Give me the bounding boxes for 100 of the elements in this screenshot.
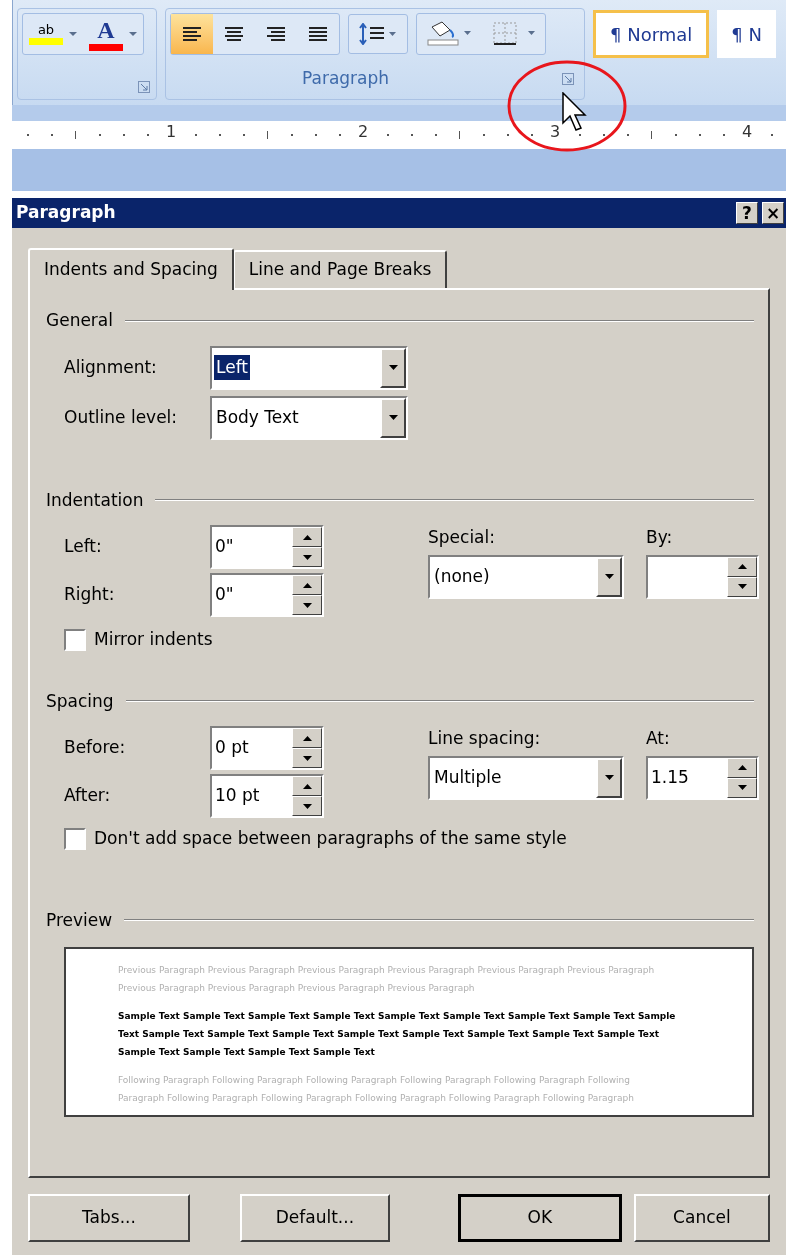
section-heading: General xyxy=(46,309,113,332)
down-arrow-icon xyxy=(302,755,312,761)
field-label: Right: xyxy=(64,583,116,607)
close-button[interactable]: × xyxy=(762,202,784,224)
field-label: Left: xyxy=(64,535,103,559)
group-label: Paragraph xyxy=(302,67,391,91)
down-arrow-icon xyxy=(302,803,312,809)
checkbox[interactable] xyxy=(64,827,86,850)
tab[interactable]: Indents and Spacing xyxy=(28,248,234,290)
dropdown-field[interactable]: Body Text xyxy=(210,395,408,440)
dropdown-button[interactable] xyxy=(596,757,622,798)
field-value: Body Text xyxy=(215,405,300,429)
down-arrow-icon xyxy=(737,584,747,589)
section-heading: Spacing xyxy=(46,689,114,713)
checkbox[interactable] xyxy=(64,628,86,651)
dialog-button[interactable]: OK xyxy=(457,1194,622,1242)
line-spacing-icon xyxy=(358,23,398,45)
spinner-field[interactable] xyxy=(646,554,759,599)
dropdown-arrow-icon xyxy=(129,32,137,36)
spin-up-button[interactable] xyxy=(292,728,322,748)
checkbox-label: Mirror indents xyxy=(94,628,213,651)
spin-down-button[interactable] xyxy=(292,748,322,768)
ruler-number: 2 xyxy=(358,124,369,140)
field-value: Multiple xyxy=(433,765,503,789)
dialog-button[interactable]: Tabs... xyxy=(28,1194,190,1242)
field-label: Outline level: xyxy=(64,405,179,429)
section-heading: Preview xyxy=(46,908,113,932)
field-value: 0 pt xyxy=(215,736,249,760)
dropdown-field[interactable]: Multiple xyxy=(428,755,624,800)
preview-sample-text: Sample Text Sample Text Sample Text Sample Text Sample Text Sample Text Sample Text Sample Text Sample Text Sample Text Sample Text Sample Text Sample Text Sample Text Sample Text Sample Text Sample Text Sample Text Sample Text Sample Text Sample Text xyxy=(118,1010,677,1059)
align-button[interactable] xyxy=(171,14,213,54)
spin-up-button[interactable] xyxy=(292,575,322,595)
dropdown-field[interactable]: Left xyxy=(210,345,408,390)
align-icon xyxy=(266,26,286,42)
window-title: Paragraph xyxy=(16,201,117,225)
align-icon xyxy=(308,26,328,42)
spin-up-button[interactable] xyxy=(292,527,322,547)
field-label: At: xyxy=(646,727,670,750)
up-arrow-icon xyxy=(737,564,747,569)
tab[interactable]: Line and Page Breaks xyxy=(232,250,448,288)
field-label: After: xyxy=(64,784,112,808)
down-arrow-icon xyxy=(302,602,312,608)
spin-down-button[interactable] xyxy=(727,576,757,597)
spinner-field[interactable]: 0" xyxy=(210,573,324,617)
help-button[interactable]: ? xyxy=(736,202,758,224)
field-value: 0" xyxy=(215,583,234,607)
align-icon xyxy=(182,26,202,42)
spin-down-button[interactable] xyxy=(292,547,322,567)
field-label: Before: xyxy=(64,736,127,760)
field-value: (none) xyxy=(433,564,491,588)
section-heading: Indentation xyxy=(46,488,144,512)
up-arrow-icon xyxy=(302,783,312,789)
spin-up-button[interactable] xyxy=(727,556,757,577)
down-arrow-icon xyxy=(737,785,747,790)
font-color-button[interactable]: A xyxy=(83,14,143,54)
align-icon xyxy=(224,26,244,42)
spin-up-button[interactable] xyxy=(292,776,322,796)
spinner-field[interactable]: 0 pt xyxy=(210,726,324,770)
spinner-field[interactable]: 10 pt xyxy=(210,774,324,818)
ruler-number: 1 xyxy=(166,124,177,140)
field-value: 1.15 xyxy=(651,765,689,789)
up-arrow-icon xyxy=(737,765,747,770)
field-value: 10 pt xyxy=(215,784,260,808)
down-arrow-icon xyxy=(302,554,312,560)
up-arrow-icon xyxy=(302,582,312,588)
field-value: Left xyxy=(214,354,250,381)
spin-down-button[interactable] xyxy=(292,595,322,615)
line-spacing-button[interactable] xyxy=(348,14,408,54)
field-label: Special: xyxy=(428,527,495,547)
spinner-field[interactable]: 0" xyxy=(210,525,324,569)
dropdown-arrow-icon xyxy=(388,415,398,420)
dialog-launcher-icon[interactable] xyxy=(562,73,574,85)
dropdown-arrow-icon xyxy=(604,574,614,579)
style-tile[interactable]: ¶ N xyxy=(717,10,776,58)
dropdown-arrow-icon xyxy=(388,365,398,370)
paint-bucket-icon xyxy=(424,21,474,47)
spin-down-button[interactable] xyxy=(292,796,322,816)
dropdown-arrow-icon xyxy=(69,32,77,36)
dropdown-field[interactable]: (none) xyxy=(428,554,624,599)
dialog-button[interactable]: Cancel xyxy=(633,1194,770,1242)
preview-previous-paragraph: Previous Paragraph Previous Paragraph Previous Paragraph Previous Paragraph Previous Paragraph Previous Paragraph Previous Paragraph Previous Paragraph Previous Paragraph Previous Paragraph xyxy=(118,964,656,995)
highlight-button[interactable]: ab xyxy=(23,14,83,54)
spinner-field[interactable]: 1.15 xyxy=(646,755,759,800)
up-arrow-icon xyxy=(302,534,312,540)
up-arrow-icon xyxy=(302,735,312,741)
dropdown-button[interactable] xyxy=(380,397,406,438)
preview-following-paragraph: Following Paragraph Following Paragraph Following Paragraph Following Paragraph Following Paragraph Following Paragraph Following Paragraph Following Paragraph Following Paragraph Following Paragraph Following Paragraph xyxy=(118,1074,635,1105)
dropdown-button[interactable] xyxy=(596,556,622,597)
button-glyph: ab xyxy=(37,23,55,36)
dialog-button[interactable]: Default... xyxy=(239,1194,390,1242)
style-tile[interactable]: ¶ Normal xyxy=(593,10,710,58)
ruler-number: 4 xyxy=(742,124,753,140)
button-glyph: A xyxy=(97,17,115,42)
dropdown-button[interactable] xyxy=(380,347,406,388)
checkbox-label: Don't add space between paragraphs of the same style xyxy=(94,827,567,850)
ruler-number: 3 xyxy=(550,124,561,140)
spin-down-button[interactable] xyxy=(727,777,757,798)
field-label: Alignment: xyxy=(64,355,158,379)
dialog-launcher-icon[interactable] xyxy=(138,81,150,93)
spin-up-button[interactable] xyxy=(727,757,757,778)
